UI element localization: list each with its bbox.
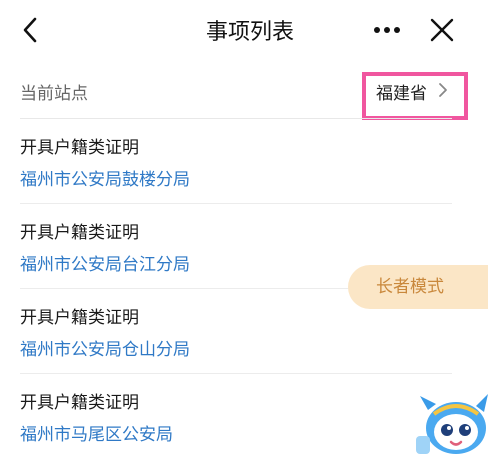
- item-title: 开具户籍类证明: [20, 308, 139, 328]
- item-office: 福州市公安局台江分局: [20, 255, 190, 275]
- current-station-label: 当前站点: [20, 84, 88, 104]
- navigation-bar: 事项列表: [0, 0, 500, 60]
- mascot-icon: [416, 394, 488, 454]
- page-title: 事项列表: [205, 20, 294, 45]
- elder-mode-button[interactable]: 长者模式: [348, 265, 488, 309]
- item-title: 开具户籍类证明: [20, 393, 139, 413]
- item-title: 开具户籍类证明: [20, 138, 139, 158]
- station-selector[interactable]: 福建省: [376, 79, 427, 104]
- close-icon: [430, 18, 454, 42]
- item-office: 福州市公安局鼓楼分局: [20, 170, 190, 190]
- item-office: 福州市公安局仓山分局: [20, 340, 190, 360]
- chevron-right-icon[interactable]: [436, 81, 450, 99]
- current-station-row: 当前站点 福建省: [0, 62, 500, 118]
- mascot-button[interactable]: [414, 392, 494, 460]
- item-office: 福州市马尾区公安局: [20, 425, 173, 445]
- more-button[interactable]: [370, 16, 404, 44]
- more-icon: [374, 27, 400, 33]
- close-button[interactable]: [428, 16, 456, 44]
- item-title: 开具户籍类证明: [20, 223, 139, 243]
- list-item[interactable]: 开具户籍类证明 福州市公安局鼓楼分局: [0, 119, 500, 204]
